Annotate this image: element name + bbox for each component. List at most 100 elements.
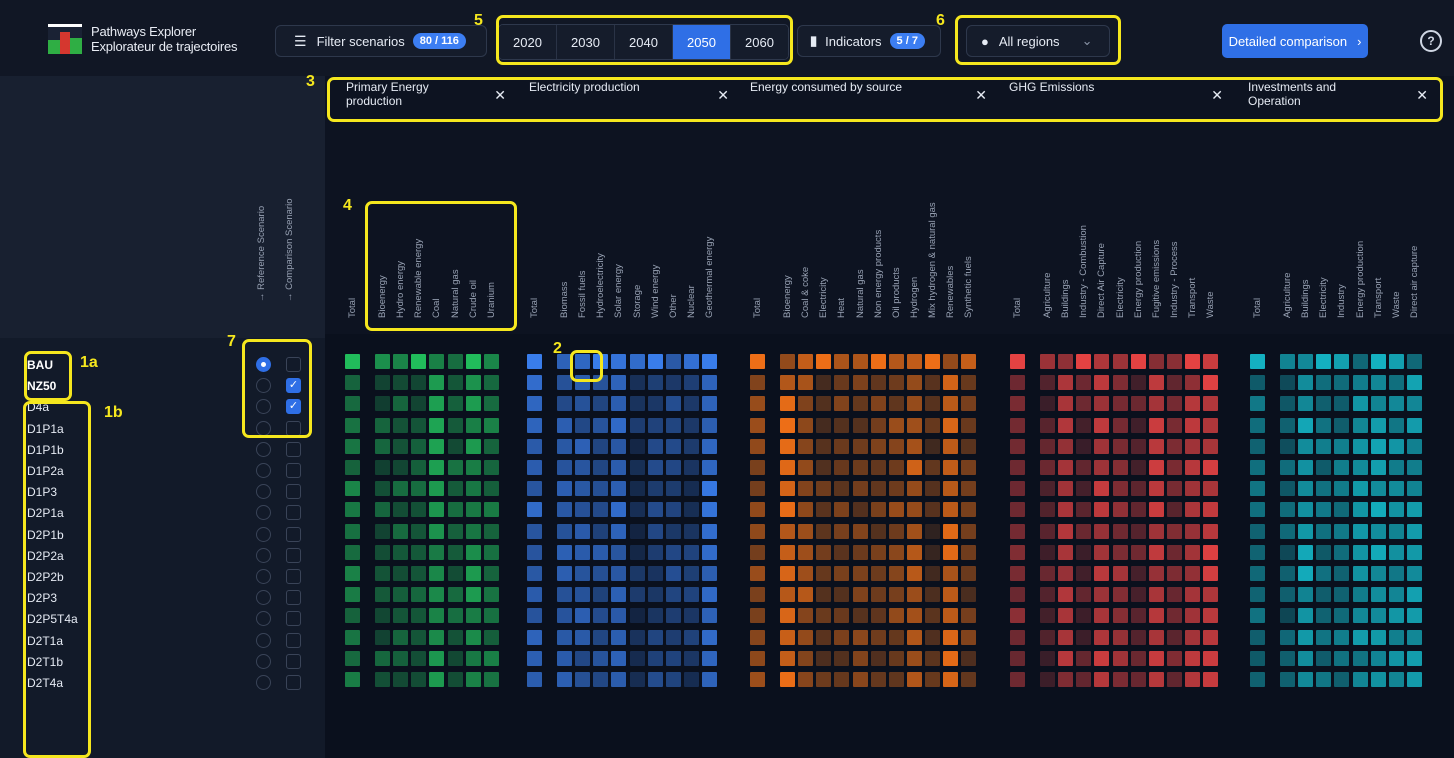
heatmap-cell[interactable] bbox=[375, 650, 391, 666]
heatmap-cell[interactable] bbox=[665, 672, 681, 687]
heatmap-cell[interactable] bbox=[1184, 587, 1200, 603]
heatmap-cell[interactable] bbox=[393, 396, 409, 412]
heatmap-cell[interactable] bbox=[447, 396, 463, 412]
heatmap-cell[interactable] bbox=[1184, 396, 1200, 412]
heatmap-cell[interactable] bbox=[1370, 502, 1386, 518]
heatmap-cell[interactable] bbox=[961, 481, 977, 497]
heatmap-cell[interactable] bbox=[888, 417, 904, 433]
heatmap-cell[interactable] bbox=[593, 629, 609, 645]
column-header[interactable]: Biomass bbox=[559, 282, 570, 318]
heatmap-cell[interactable] bbox=[888, 354, 904, 369]
heatmap-cell[interactable] bbox=[780, 523, 796, 539]
heatmap-cell[interactable] bbox=[557, 587, 573, 603]
heatmap-cell[interactable] bbox=[647, 375, 663, 391]
heatmap-cell[interactable] bbox=[647, 396, 663, 412]
heatmap-cell[interactable] bbox=[906, 438, 922, 454]
heatmap-cell[interactable] bbox=[575, 587, 591, 603]
heatmap-cell[interactable] bbox=[1203, 502, 1218, 518]
heatmap-cell[interactable] bbox=[665, 587, 681, 603]
heatmap-cell[interactable] bbox=[393, 629, 409, 645]
heatmap-cell[interactable] bbox=[483, 608, 499, 624]
heatmap-cell[interactable] bbox=[1058, 375, 1074, 391]
heatmap-cell[interactable] bbox=[1280, 523, 1296, 539]
heatmap-cell[interactable] bbox=[527, 481, 542, 497]
column-header[interactable]: Buildings bbox=[1060, 279, 1071, 318]
heatmap-cell[interactable] bbox=[393, 650, 409, 666]
heatmap-cell[interactable] bbox=[575, 523, 591, 539]
heatmap-cell[interactable] bbox=[1058, 502, 1074, 518]
column-header[interactable]: Total bbox=[1012, 298, 1023, 318]
column-header[interactable]: Transport bbox=[1187, 278, 1198, 318]
heatmap-cell[interactable] bbox=[924, 460, 940, 475]
heatmap-cell[interactable] bbox=[447, 608, 463, 624]
heatmap-cell[interactable] bbox=[1010, 650, 1025, 666]
heatmap-cell[interactable] bbox=[665, 608, 681, 624]
heatmap-cell[interactable] bbox=[1370, 566, 1386, 581]
heatmap-cell[interactable] bbox=[1280, 481, 1296, 497]
heatmap-cell[interactable] bbox=[611, 523, 627, 539]
heatmap-cell[interactable] bbox=[701, 566, 717, 581]
heatmap-cell[interactable] bbox=[447, 438, 463, 454]
heatmap-cell[interactable] bbox=[1203, 396, 1218, 412]
heatmap-cell[interactable] bbox=[870, 544, 886, 560]
column-header[interactable]: Natural gas bbox=[855, 269, 866, 318]
heatmap-cell[interactable] bbox=[798, 502, 814, 518]
heatmap-cell[interactable] bbox=[816, 523, 832, 539]
heatmap-cell[interactable] bbox=[345, 629, 360, 645]
heatmap-cell[interactable] bbox=[465, 566, 481, 581]
heatmap-cell[interactable] bbox=[943, 375, 958, 391]
heatmap-cell[interactable] bbox=[888, 396, 904, 412]
heatmap-cell[interactable] bbox=[888, 523, 904, 539]
heatmap-cell[interactable] bbox=[1010, 438, 1025, 454]
heatmap-cell[interactable] bbox=[1334, 544, 1350, 560]
reference-radio[interactable] bbox=[256, 547, 271, 563]
heatmap-cell[interactable] bbox=[1203, 460, 1218, 475]
heatmap-cell[interactable] bbox=[1010, 672, 1025, 687]
heatmap-cell[interactable] bbox=[411, 566, 427, 581]
heatmap-cell[interactable] bbox=[593, 650, 609, 666]
comparison-checkbox[interactable] bbox=[286, 675, 301, 690]
app-title[interactable]: Pathways Explorer Explorateur de traject… bbox=[91, 24, 238, 54]
heatmap-cell[interactable] bbox=[527, 354, 542, 369]
heatmap-cell[interactable] bbox=[411, 608, 427, 624]
heatmap-cell[interactable] bbox=[780, 629, 796, 645]
heatmap-cell[interactable] bbox=[1316, 544, 1332, 560]
heatmap-cell[interactable] bbox=[647, 354, 663, 369]
heatmap-cell[interactable] bbox=[611, 672, 627, 687]
heatmap-cell[interactable] bbox=[683, 396, 699, 412]
heatmap-cell[interactable] bbox=[527, 460, 542, 475]
heatmap-cell[interactable] bbox=[870, 587, 886, 603]
heatmap-cell[interactable] bbox=[1076, 481, 1092, 497]
column-header[interactable]: Renewables bbox=[945, 266, 956, 318]
heatmap-cell[interactable] bbox=[870, 396, 886, 412]
heatmap-cell[interactable] bbox=[1203, 375, 1218, 391]
heatmap-cell[interactable] bbox=[665, 375, 681, 391]
heatmap-cell[interactable] bbox=[780, 438, 796, 454]
heatmap-cell[interactable] bbox=[647, 460, 663, 475]
heatmap-cell[interactable] bbox=[527, 375, 542, 391]
heatmap-cell[interactable] bbox=[1040, 544, 1056, 560]
heatmap-cell[interactable] bbox=[924, 375, 940, 391]
heatmap-cell[interactable] bbox=[593, 481, 609, 497]
heatmap-cell[interactable] bbox=[750, 650, 765, 666]
heatmap-cell[interactable] bbox=[1130, 438, 1146, 454]
heatmap-cell[interactable] bbox=[1406, 672, 1422, 687]
heatmap-cell[interactable] bbox=[1316, 438, 1332, 454]
heatmap-cell[interactable] bbox=[1316, 650, 1332, 666]
heatmap-cell[interactable] bbox=[870, 481, 886, 497]
heatmap-cell[interactable] bbox=[527, 502, 542, 518]
heatmap-cell[interactable] bbox=[411, 650, 427, 666]
heatmap-cell[interactable] bbox=[393, 481, 409, 497]
column-header[interactable]: Hydrogen bbox=[909, 277, 920, 318]
heatmap-cell[interactable] bbox=[1076, 650, 1092, 666]
heatmap-cell[interactable] bbox=[1203, 438, 1218, 454]
heatmap-cell[interactable] bbox=[429, 460, 445, 475]
heatmap-cell[interactable] bbox=[943, 523, 958, 539]
column-header[interactable]: Industry bbox=[1336, 284, 1347, 318]
heatmap-cell[interactable] bbox=[375, 672, 391, 687]
heatmap-cell[interactable] bbox=[447, 481, 463, 497]
heatmap-cell[interactable] bbox=[1370, 460, 1386, 475]
heatmap-cell[interactable] bbox=[1334, 523, 1350, 539]
heatmap-cell[interactable] bbox=[429, 417, 445, 433]
heatmap-cell[interactable] bbox=[665, 438, 681, 454]
